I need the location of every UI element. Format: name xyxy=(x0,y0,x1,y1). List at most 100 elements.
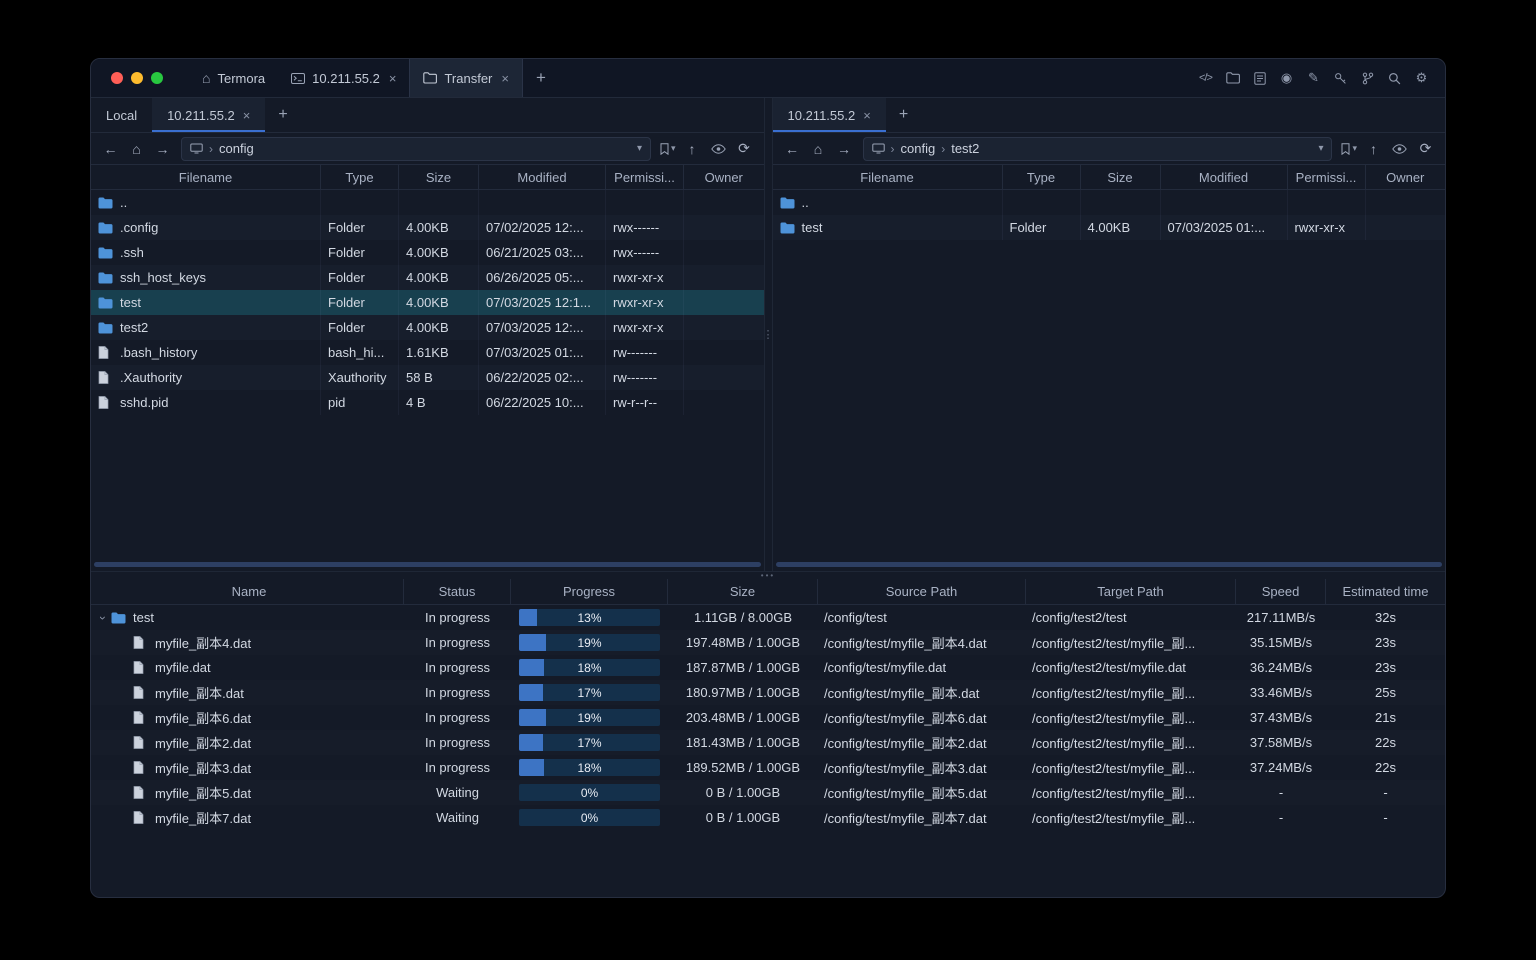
file-row[interactable]: .bash_history bash_hi... 1.61KB 07/03/2025 … xyxy=(91,340,764,365)
column-header[interactable]: Filename xyxy=(773,165,1003,189)
back-button[interactable]: ← xyxy=(98,137,123,161)
file-row[interactable]: .config Folder 4.00KB 07/02/2025 12:... rwx-… xyxy=(91,215,764,240)
column-header[interactable]: Source Path xyxy=(818,579,1026,604)
transfer-row[interactable]: myfile_副本2.dat In progress 17% 181.43MB / 1… xyxy=(91,730,1445,755)
breadcrumb-segment[interactable]: config xyxy=(901,141,936,156)
column-header[interactable]: Owner xyxy=(684,165,764,189)
minimize-window-button[interactable] xyxy=(131,72,143,84)
show-hidden-button[interactable] xyxy=(706,137,731,161)
column-header[interactable]: Size xyxy=(668,579,818,604)
bookmark-button[interactable]: ▾ xyxy=(657,142,679,155)
progress-label: 19% xyxy=(577,635,602,650)
branch-icon[interactable] xyxy=(1356,67,1379,90)
column-header[interactable]: Modified xyxy=(1161,165,1288,189)
transfer-row[interactable]: myfile_副本5.dat Waiting 0% 0 B / 1.00GB/conf… xyxy=(91,780,1445,805)
source-path: /config/test/myfile_副本.dat xyxy=(824,686,980,701)
code-icon[interactable]: </> xyxy=(1194,67,1217,90)
search-icon[interactable] xyxy=(1383,67,1406,90)
file-icon xyxy=(133,661,150,674)
folder-icon[interactable] xyxy=(1221,67,1244,90)
transfer-row[interactable]: myfile_副本7.dat Waiting 0% 0 B / 1.00GB/conf… xyxy=(91,805,1445,830)
pane-tab-10-211-55-2[interactable]: 10.211.55.2 × xyxy=(152,98,266,132)
column-header[interactable]: Estimated time xyxy=(1326,579,1445,604)
upload-button[interactable]: ↑ xyxy=(680,137,705,161)
file-row[interactable]: .. xyxy=(773,190,1446,215)
transfer-splitter[interactable]: ••• xyxy=(91,571,1445,580)
zoom-window-button[interactable] xyxy=(151,72,163,84)
refresh-button[interactable]: ⟳ xyxy=(1413,137,1438,161)
chevron-down-icon[interactable]: ▾ xyxy=(637,143,642,154)
horizontal-scrollbar[interactable] xyxy=(775,562,1442,567)
refresh-button[interactable]: ⟳ xyxy=(732,137,757,161)
new-pane-tab-button[interactable]: + xyxy=(886,98,921,132)
transfer-row[interactable]: myfile_副本6.dat In progress 19% 203.48MB / 1… xyxy=(91,705,1445,730)
file-row[interactable]: sshd.pid pid 4 B 06/22/2025 10:... rw-r--r-- xyxy=(91,390,764,415)
home-button[interactable]: ⌂ xyxy=(806,137,831,161)
chevron-down-icon[interactable]: ▾ xyxy=(1352,143,1357,154)
column-header[interactable]: Name xyxy=(91,579,404,604)
record-icon[interactable]: ◉ xyxy=(1275,67,1298,90)
column-header[interactable]: Permissi... xyxy=(1288,165,1366,189)
transfer-row[interactable]: › test In progress 13% 1.11GB / 8.00GB/confi… xyxy=(91,605,1445,630)
home-button[interactable]: ⌂ xyxy=(124,137,149,161)
breadcrumb-segment[interactable]: config xyxy=(219,141,254,156)
file-row[interactable]: .. xyxy=(91,190,764,215)
breadcrumb[interactable]: › config › test2 ▾ xyxy=(862,136,1333,161)
file-row[interactable]: test Folder 4.00KB 07/03/2025 01:... rwxr-xr… xyxy=(772,215,1445,240)
document-icon[interactable] xyxy=(1248,67,1271,90)
column-header[interactable]: Filename xyxy=(91,165,321,189)
upload-button[interactable]: ↑ xyxy=(1361,137,1386,161)
column-header[interactable]: Target Path xyxy=(1026,579,1236,604)
app-tab-host[interactable]: 10.211.55.2 × xyxy=(278,59,409,97)
close-icon[interactable]: × xyxy=(501,71,509,86)
forward-button[interactable]: → xyxy=(150,137,175,161)
new-pane-tab-button[interactable]: + xyxy=(265,98,300,132)
file-row[interactable]: test2 Folder 4.00KB 07/03/2025 12:... rwxr-x… xyxy=(91,315,764,340)
column-header[interactable]: Type xyxy=(321,165,399,189)
bookmark-button[interactable]: ▾ xyxy=(1338,142,1360,155)
column-header[interactable]: Permissi... xyxy=(606,165,684,189)
horizontal-scrollbar[interactable] xyxy=(94,562,761,567)
file-row[interactable]: test Folder 4.00KB 07/03/2025 12:1... rwxr-x… xyxy=(91,290,764,315)
transfer-size: 1.11GB / 8.00GB xyxy=(693,610,793,625)
app-tab-termora[interactable]: ⌂ Termora xyxy=(189,59,278,97)
show-hidden-button[interactable] xyxy=(1387,137,1412,161)
column-header[interactable]: Progress xyxy=(511,579,668,604)
close-icon[interactable]: × xyxy=(863,108,871,123)
back-button[interactable]: ← xyxy=(780,137,805,161)
file-row[interactable]: .ssh Folder 4.00KB 06/21/2025 03:... rwx----… xyxy=(91,240,764,265)
transfer-status: In progress xyxy=(424,610,491,625)
transfer-row[interactable]: myfile_副本4.dat In progress 19% 197.48MB / 1… xyxy=(91,630,1445,655)
column-header[interactable]: Size xyxy=(399,165,479,189)
key-icon[interactable] xyxy=(1329,67,1352,90)
transfer-row[interactable]: myfile_副本.dat In progress 17% 180.97MB / 1.… xyxy=(91,680,1445,705)
close-window-button[interactable] xyxy=(111,72,123,84)
app-tab-transfer[interactable]: Transfer × xyxy=(409,59,523,97)
column-header[interactable]: Type xyxy=(1003,165,1081,189)
transfer-row[interactable]: myfile.dat In progress 18% 187.87MB / 1.00G… xyxy=(91,655,1445,680)
chevron-down-icon[interactable]: ▾ xyxy=(671,143,676,154)
column-header[interactable]: Owner xyxy=(1366,165,1446,189)
pane-tab-10-211-55-2[interactable]: 10.211.55.2 × xyxy=(772,98,887,132)
breadcrumb-segment[interactable]: test2 xyxy=(951,141,979,156)
pane-splitter[interactable]: ⋮ xyxy=(763,98,774,571)
column-header[interactable]: Size xyxy=(1081,165,1161,189)
pane-tab-local[interactable]: Local xyxy=(91,98,152,132)
source-path: /config/test/myfile_副本4.dat xyxy=(824,636,987,651)
file-row[interactable]: .Xauthority Xauthority 58 B 06/22/2025 02:.… xyxy=(91,365,764,390)
column-header[interactable]: Speed xyxy=(1236,579,1326,604)
column-header[interactable]: Status xyxy=(404,579,511,604)
column-header[interactable]: Modified xyxy=(479,165,606,189)
forward-button[interactable]: → xyxy=(832,137,857,161)
file-icon xyxy=(133,636,150,649)
settings-icon[interactable]: ⚙ xyxy=(1410,67,1433,90)
breadcrumb[interactable]: › config ▾ xyxy=(181,136,651,161)
collapse-chevron-icon[interactable]: › xyxy=(96,610,110,625)
close-icon[interactable]: × xyxy=(389,71,397,86)
file-row[interactable]: ssh_host_keys Folder 4.00KB 06/26/2025 05:.… xyxy=(91,265,764,290)
edit-icon[interactable]: ✎ xyxy=(1302,67,1325,90)
new-tab-button[interactable]: + xyxy=(523,59,559,97)
transfer-row[interactable]: myfile_副本3.dat In progress 18% 189.52MB / 1… xyxy=(91,755,1445,780)
chevron-down-icon[interactable]: ▾ xyxy=(1318,143,1323,154)
close-icon[interactable]: × xyxy=(243,108,251,123)
